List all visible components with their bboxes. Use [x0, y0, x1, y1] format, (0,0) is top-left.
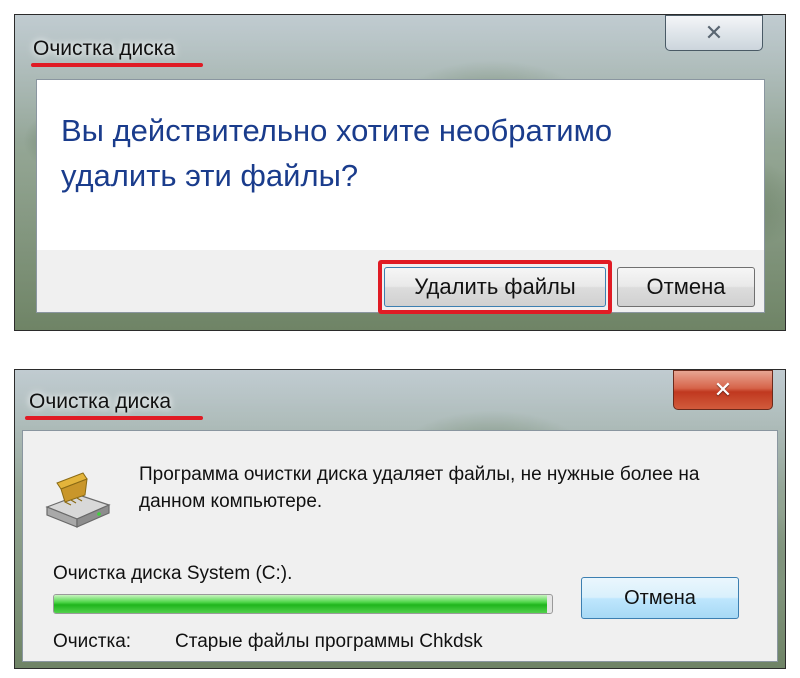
cancel-button[interactable]: Отмена: [617, 267, 755, 307]
progress-label: Очистка диска System (C:).: [53, 563, 293, 584]
dialog-title: Очистка диска: [29, 390, 172, 413]
delete-files-button[interactable]: Удалить файлы: [384, 267, 606, 307]
title-highlight-underline: [25, 416, 203, 420]
confirm-delete-dialog: Очистка диска ✕ Вы действительно хотите …: [14, 14, 786, 331]
close-icon: ✕: [713, 377, 733, 402]
cleanup-progress-dialog: Очистка диска ✕ Программа очистки диска …: [14, 369, 786, 669]
cleanup-progress-bar: [53, 594, 553, 614]
message-area: Вы действительно хотите необратимо удали…: [37, 80, 764, 250]
close-button[interactable]: ✕: [673, 370, 773, 410]
disk-cleanup-icon: [45, 472, 111, 528]
confirmation-question: Вы действительно хотите необратимо удали…: [61, 113, 613, 193]
title-highlight-underline: [31, 63, 203, 67]
status-label: Очистка:: [53, 631, 132, 652]
close-icon: ✕: [704, 20, 724, 45]
cancel-button[interactable]: Отмена: [581, 577, 739, 619]
dialog-content: Вы действительно хотите необратимо удали…: [36, 79, 765, 314]
close-button[interactable]: ✕: [665, 15, 763, 51]
status-value: Старые файлы программы Chkdsk: [175, 631, 483, 652]
dialog-content: Программа очистки диска удаляет файлы, н…: [22, 430, 778, 662]
cleanup-description: Программа очистки диска удаляет файлы, н…: [139, 464, 700, 512]
dialog-title: Очистка диска: [33, 37, 176, 60]
progress-fill: [54, 595, 548, 613]
